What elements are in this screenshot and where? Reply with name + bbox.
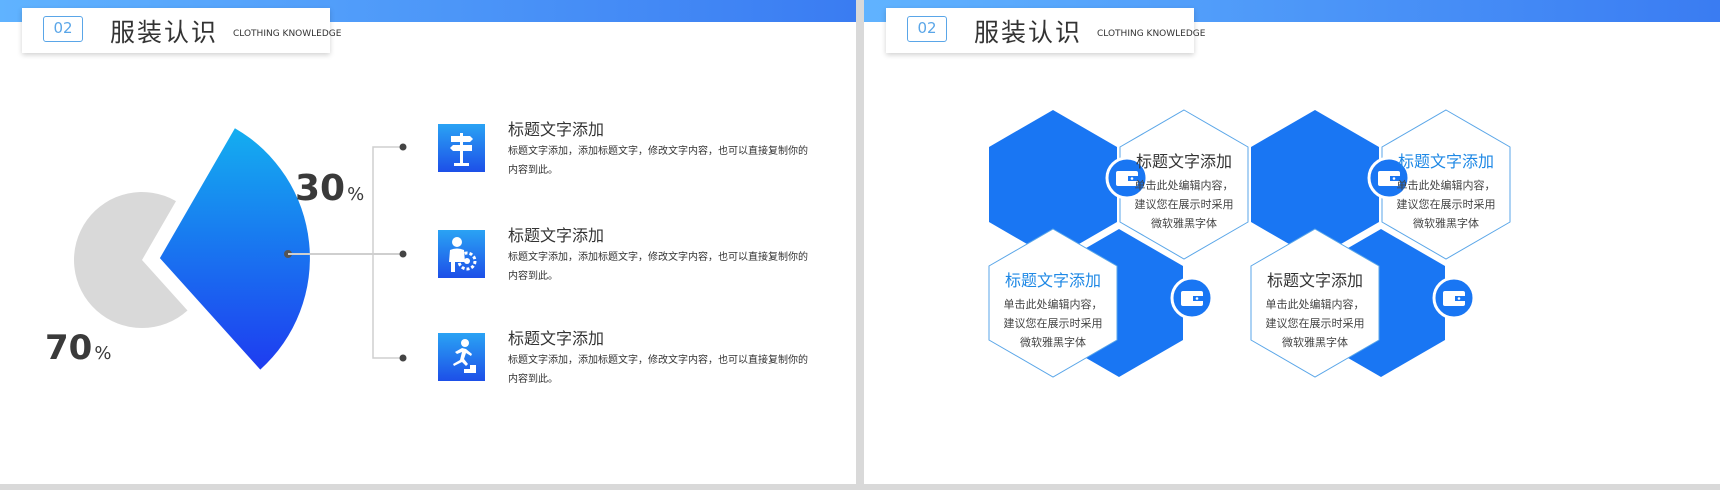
connector-dot	[399, 143, 407, 151]
hex-body: 单击此处编辑内容， 建议您在展示时采用 微软雅黑字体	[1134, 179, 1234, 230]
connector-bracket	[372, 146, 403, 359]
hex-text-block: 标题文字添加 单击此处编辑内容， 建议您在展示时采用 微软雅黑字体	[1245, 267, 1385, 352]
slide-pie-chart: 02 服装认识 CLOTHING KNOWLEDGE 30% 70% 标题文字添…	[0, 0, 856, 484]
signpost-icon	[438, 124, 485, 172]
hex-body: 单击此处编辑内容， 建议您在展示时采用 微软雅黑字体	[1396, 179, 1496, 230]
hex-body: 单击此处编辑内容， 建议您在展示时采用 微软雅黑字体	[1003, 298, 1103, 349]
pie-slice-30	[159, 128, 310, 370]
item-title: 标题文字添加	[508, 120, 605, 139]
hex-title: 标题文字添加	[1135, 152, 1232, 171]
item-description: 标题文字添加，添加标题文字，修改文字内容，也可以直接复制你的内容到此。	[508, 355, 808, 385]
businessman-gear-icon	[438, 230, 485, 278]
hex-body: 单击此处编辑内容， 建议您在展示时采用 微软雅黑字体	[1265, 298, 1365, 349]
hex-text-block: 标题文字添加 单击此处编辑内容， 建议您在展示时采用 微软雅黑字体	[1376, 148, 1516, 233]
item-description: 标题文字添加，添加标题文字，修改文字内容，也可以直接复制你的内容到此。	[508, 252, 808, 282]
wallet-icon	[1170, 276, 1214, 320]
item-title: 标题文字添加	[508, 226, 605, 245]
connector-dot	[399, 250, 407, 258]
hexagon-grid	[988, 109, 1511, 378]
hex-title: 标题文字添加	[1004, 271, 1101, 290]
pie-label-30: 30%	[295, 168, 365, 209]
running-person-stairs-icon	[438, 333, 485, 381]
hex-title: 标题文字添加	[1266, 271, 1363, 290]
slide-hexagons: 02 服装认识 CLOTHING KNOWLEDGE 标题文字添加 单击此处编辑…	[864, 0, 1720, 484]
pie-chart	[73, 128, 407, 370]
wallet-icon	[1432, 276, 1476, 320]
hex-text-block: 标题文字添加 单击此处编辑内容， 建议您在展示时采用 微软雅黑字体	[983, 267, 1123, 352]
item-description: 标题文字添加，添加标题文字，修改文字内容，也可以直接复制你的内容到此。	[508, 146, 808, 176]
hex-title: 标题文字添加	[1397, 152, 1494, 171]
connector-dot	[399, 354, 407, 362]
hex-text-block: 标题文字添加 单击此处编辑内容， 建议您在展示时采用 微软雅黑字体	[1114, 148, 1254, 233]
pie-label-70: 70%	[45, 328, 112, 368]
item-title: 标题文字添加	[508, 329, 605, 348]
